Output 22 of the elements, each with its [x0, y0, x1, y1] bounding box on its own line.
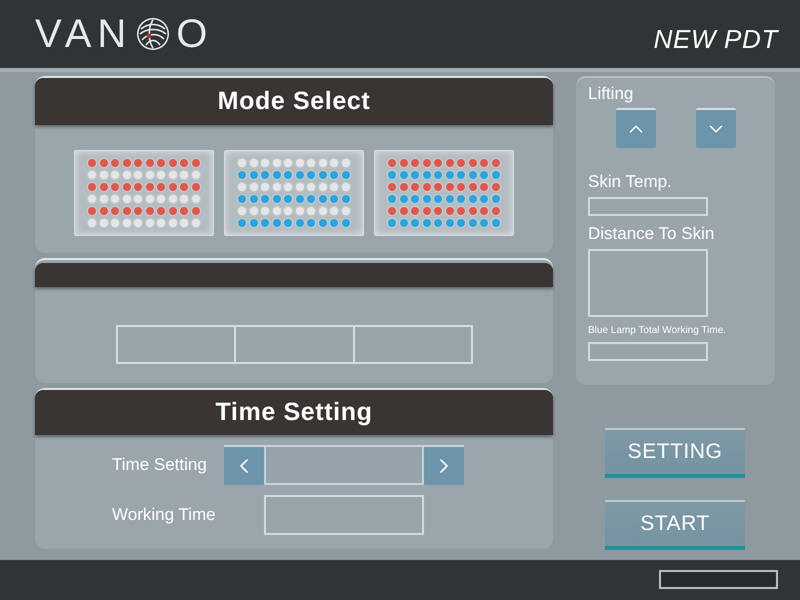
readout-label: Distance To Skin: [588, 224, 716, 244]
led-mode-card[interactable]: [224, 150, 364, 236]
swirl-globe-icon: [136, 17, 170, 51]
logo-text: O: [176, 14, 208, 54]
panel-title: Mode Select: [218, 86, 370, 117]
action-button[interactable]: START: [605, 500, 745, 550]
led-mode-card[interactable]: [74, 150, 214, 236]
panel-title: Time Setting: [215, 396, 373, 428]
lifting-label: Lifting: [588, 84, 634, 104]
lift-up-button[interactable]: [616, 108, 656, 148]
logo-text: VAN: [35, 14, 132, 54]
readout-label: Skin Temp.: [588, 172, 673, 192]
action-button[interactable]: SETTING: [605, 428, 745, 478]
lift-down-button[interactable]: [696, 108, 736, 148]
readout-label: Blue Lamp Total Working Time.: [588, 325, 728, 337]
app-title: NEW PDT: [654, 22, 778, 56]
decrease-button[interactable]: [224, 445, 264, 485]
increase-button[interactable]: [424, 445, 464, 485]
led-mode-card[interactable]: [374, 150, 514, 236]
field-label: Working Time: [112, 504, 217, 526]
field-label: Time Setting: [112, 454, 208, 476]
time-value-field[interactable]: [264, 445, 424, 485]
